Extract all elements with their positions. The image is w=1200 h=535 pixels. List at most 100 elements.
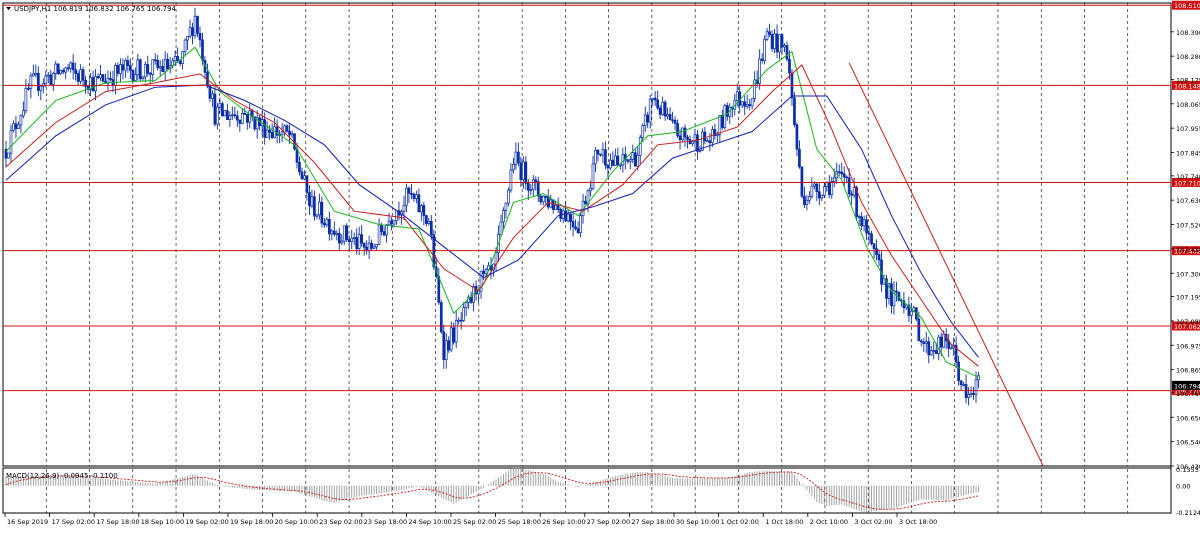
candle-body xyxy=(360,234,364,244)
candle-body xyxy=(942,333,946,348)
candle-body xyxy=(126,60,130,66)
candle-body xyxy=(614,155,617,166)
price-level-label: 108.510 xyxy=(1174,2,1200,10)
candle-body xyxy=(795,124,799,150)
candle-body xyxy=(452,327,456,343)
candle-body xyxy=(335,233,339,235)
candle-body xyxy=(66,67,70,70)
candle-body xyxy=(303,175,306,180)
candle-body xyxy=(939,336,943,348)
candle-body xyxy=(337,233,341,244)
chart-svg[interactable]: 0.13530.00-0.2124 108.510108.148107.7101… xyxy=(0,0,1200,531)
macd-y-tick-label: -0.2124 xyxy=(1176,509,1200,517)
candle-body xyxy=(39,85,43,91)
candle-body xyxy=(196,15,199,34)
y-tick-label: 108.280 xyxy=(1176,53,1200,61)
candle-body xyxy=(817,191,821,199)
candle-body xyxy=(507,189,510,204)
candle-body xyxy=(7,152,10,159)
candle-body xyxy=(974,379,978,395)
y-tick-label: 107.520 xyxy=(1176,222,1200,230)
candle-body xyxy=(370,242,373,249)
candle-body xyxy=(524,161,528,184)
candle-body xyxy=(638,137,642,156)
candle-body xyxy=(917,318,921,342)
candle-body xyxy=(499,221,503,235)
candle-body xyxy=(61,70,65,73)
candle-body xyxy=(780,34,784,48)
candle-body xyxy=(633,152,637,167)
candle-body xyxy=(176,56,179,62)
candle-body xyxy=(447,340,451,351)
x-tick-label: 1 Oct 18:00 xyxy=(765,518,803,526)
candle-body xyxy=(136,59,140,76)
candle-body xyxy=(962,384,965,386)
candle-body xyxy=(596,150,600,155)
candle-body xyxy=(412,193,416,199)
candle-body xyxy=(116,64,120,74)
candle-body xyxy=(151,59,155,75)
candle-body xyxy=(631,152,635,160)
candle-body xyxy=(54,63,58,74)
candle-body xyxy=(957,361,960,382)
candle-body xyxy=(12,123,15,131)
candle-body xyxy=(133,74,137,81)
candle-body xyxy=(235,115,239,121)
candle-body xyxy=(410,193,413,195)
candle-body xyxy=(653,97,657,101)
candle-body xyxy=(857,216,861,218)
candle-body xyxy=(805,200,809,205)
candle-body xyxy=(14,123,18,130)
candle-body xyxy=(79,69,82,82)
candle-body xyxy=(76,73,80,82)
candle-body xyxy=(758,58,761,84)
candle-body xyxy=(464,301,468,308)
candle-body xyxy=(763,38,766,61)
y-tick-label: 106.430 xyxy=(1176,463,1200,471)
candle-body xyxy=(673,119,677,124)
candle-body xyxy=(977,375,980,381)
candle-body xyxy=(934,350,938,354)
candle-body xyxy=(626,159,630,162)
x-tick-label: 25 Sep 18:00 xyxy=(498,518,541,526)
candle-body xyxy=(350,237,354,242)
candle-body xyxy=(748,104,752,107)
candle-body xyxy=(666,114,669,117)
y-tick-label: 107.300 xyxy=(1176,270,1200,278)
x-tick-label: 1 Oct 02:00 xyxy=(721,518,759,526)
candle-body xyxy=(218,103,222,108)
candle-body xyxy=(840,171,844,175)
candle-body xyxy=(850,193,854,196)
y-tick-label: 106.760 xyxy=(1176,390,1200,398)
candle-body xyxy=(589,187,592,192)
candle-body xyxy=(910,310,913,316)
candle-body xyxy=(377,224,381,245)
x-tick-label: 3 Oct 02:00 xyxy=(854,518,892,526)
candle-body xyxy=(263,119,267,138)
candle-body xyxy=(484,269,488,275)
candle-body xyxy=(725,105,729,117)
x-tick-label: 27 Sep 18:00 xyxy=(631,518,674,526)
candle-body xyxy=(554,204,558,210)
candle-body xyxy=(718,115,722,135)
candle-body xyxy=(385,224,388,236)
candle-body xyxy=(927,341,931,356)
candle-body xyxy=(285,125,289,132)
candle-body xyxy=(27,87,30,90)
candle-body xyxy=(541,195,545,203)
candle-body xyxy=(188,27,192,37)
candle-body xyxy=(651,97,655,100)
candle-body xyxy=(34,73,38,75)
candle-body xyxy=(760,58,764,61)
candle-body xyxy=(658,107,662,115)
mt4-chart-window[interactable]: 0.1353 0.00 -0.2124 108.510 108.148 107.710 1… xyxy=(0,0,1200,531)
candle-body xyxy=(233,114,237,117)
candle-body xyxy=(238,119,242,124)
candle-body xyxy=(576,228,580,233)
candle-body xyxy=(186,35,189,41)
candle-body xyxy=(788,58,791,74)
candle-body xyxy=(318,201,321,216)
candle-body xyxy=(708,140,712,143)
candle-body xyxy=(815,183,819,193)
candle-body xyxy=(678,135,682,141)
